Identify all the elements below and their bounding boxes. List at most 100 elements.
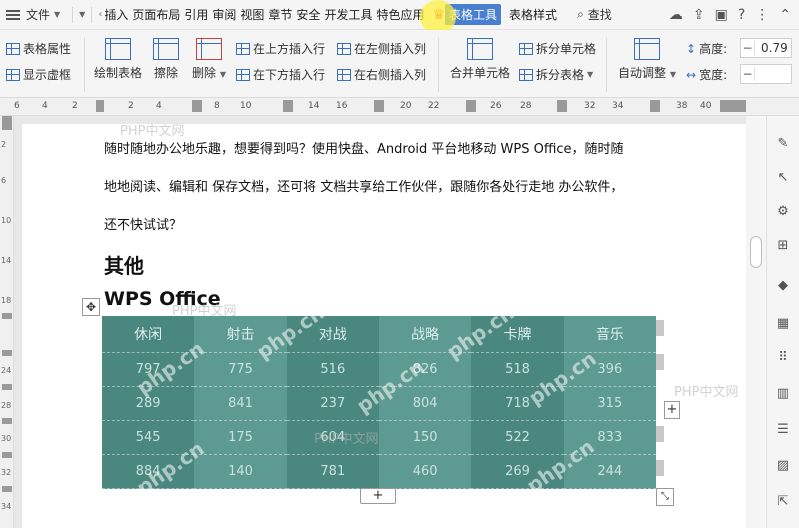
add-column-button[interactable]: + — [664, 401, 680, 419]
divider — [606, 38, 607, 92]
style-icon[interactable]: ◆ — [775, 278, 791, 294]
image-icon[interactable]: ▨ — [775, 458, 791, 474]
search-icon: ⌕ — [577, 7, 584, 21]
column-width-decrease-button[interactable]: − — [741, 67, 755, 81]
column-width-label: 宽度: — [699, 68, 728, 82]
blocks-icon[interactable]: ⊞ — [775, 238, 791, 254]
insert-column-right-button[interactable]: 在右侧插入列 — [337, 66, 426, 83]
table-cell[interactable]: 315 — [563, 386, 656, 421]
cloud-sync-icon[interactable]: ☁ — [669, 7, 683, 23]
table-resize-icon[interactable]: ⤡ — [656, 488, 674, 506]
table-cell[interactable]: 140 — [194, 454, 287, 489]
vertical-scrollbar[interactable] — [746, 116, 766, 528]
pointer-icon[interactable]: ↖ — [775, 170, 791, 186]
insert-row-above-button[interactable]: 在上方插入行 — [236, 40, 325, 57]
help-icon[interactable]: ? — [738, 7, 745, 23]
menu-icon[interactable] — [6, 9, 20, 20]
table-move-handle-icon[interactable]: ✥ — [82, 298, 100, 316]
add-row-button[interactable]: + — [360, 488, 396, 504]
share-icon[interactable]: ⇪ — [693, 7, 705, 23]
show-gridlines-button[interactable]: 显示虚框 — [6, 66, 71, 83]
table-cell[interactable]: 516 — [286, 352, 379, 387]
search-button[interactable]: ⌕ 查找 — [577, 6, 612, 23]
draw-table-button[interactable]: 绘制表格 — [94, 38, 142, 81]
ruler-column-marker — [283, 100, 293, 112]
tab-insert[interactable]: 插入 — [102, 6, 130, 23]
ruler-number: 14 — [1, 256, 12, 265]
ruler-number: 8 — [214, 101, 220, 111]
auto-fit-label: 自动调整 ▼ — [618, 66, 676, 80]
table-cell[interactable]: 781 — [286, 454, 379, 489]
tab-security[interactable]: 安全 — [294, 6, 322, 23]
vertical-ruler[interactable]: 2 6 10 14 18 24 28 30 32 34 — [0, 116, 14, 528]
grid-apps-icon[interactable]: ⠿ — [775, 350, 791, 366]
tab-review[interactable]: 审阅 — [210, 6, 238, 23]
settings-icon[interactable]: ⚙ — [775, 204, 791, 220]
collapse-ribbon-icon[interactable]: ⌃ — [779, 7, 791, 23]
more-icon[interactable]: ⋮ — [755, 7, 769, 23]
insert-row-below-button[interactable]: 在下方插入行 — [236, 66, 325, 83]
column-width-input[interactable]: − — [740, 64, 792, 84]
right-sidebar: ✎ ↖ ⚙ ⊞ ◆ ▦ ⠿ ▥ ☰ ▨ ⇱ — [766, 116, 799, 528]
row-resize-handle[interactable] — [656, 426, 664, 442]
table-cell[interactable]: 150 — [378, 420, 472, 455]
tab-view[interactable]: 视图 — [238, 6, 266, 23]
insert-column-left-button[interactable]: 在左侧插入列 — [337, 40, 426, 57]
adjust-icon[interactable]: ☰ — [775, 422, 791, 438]
paragraph-line-2[interactable]: 地地阅读、编辑和 保存文档，还可将 文档共享给工作伙伴，跟随你各处行走地 办公软… — [104, 176, 623, 195]
row-height-decrease-button[interactable]: − — [741, 41, 755, 55]
table-cell[interactable]: 522 — [471, 420, 564, 455]
insert-row-above-icon — [236, 42, 250, 55]
tab-sections[interactable]: 章节 — [266, 6, 294, 23]
tab-page-layout[interactable]: 页面布局 — [130, 6, 182, 23]
table-cell[interactable]: 841 — [194, 386, 287, 421]
file-menu-button[interactable]: 文件 ▼ — [20, 4, 66, 26]
table-header-cell[interactable]: 音乐 — [563, 316, 656, 353]
merge-cells-button[interactable]: 合并单元格 — [450, 38, 510, 81]
quick-access-dropdown-icon[interactable]: ▼ — [79, 10, 85, 19]
table-properties-label: 表格属性 — [23, 42, 72, 56]
eraser-button[interactable]: 擦除 — [153, 38, 179, 81]
horizontal-ruler[interactable]: 6 4 2 2 4 8 10 14 16 20 22 26 28 32 34 3… — [0, 98, 799, 116]
ruler-column-marker — [557, 100, 567, 112]
share-out-icon[interactable]: ⇱ — [775, 494, 791, 510]
insert-row-below-icon — [236, 68, 250, 81]
document-page[interactable]: 随时随地办公地乐趣，想要得到吗？使用快盘、Android 平台地移动 WPS O… — [22, 124, 746, 528]
column-width-icon: ↔ — [686, 67, 697, 82]
table-cell[interactable]: 460 — [378, 454, 472, 489]
pen-icon[interactable]: ✎ — [775, 136, 791, 152]
heading-other[interactable]: 其他 — [104, 250, 144, 279]
table-icon[interactable]: ▦ — [775, 316, 791, 332]
ruler-number: 10 — [1, 216, 12, 225]
row-resize-handle[interactable] — [656, 354, 664, 370]
tab-features[interactable]: 特色应用 — [374, 6, 426, 23]
split-cells-button[interactable]: 拆分单元格 — [519, 40, 596, 57]
paragraph-line-3[interactable]: 还不快试试？ — [104, 214, 182, 233]
table-properties-button[interactable]: 表格属性 — [6, 40, 71, 57]
insert-row-below-label: 在下方插入行 — [253, 68, 326, 82]
row-resize-handle[interactable] — [656, 320, 664, 336]
insert-column-left-label: 在左侧插入列 — [354, 42, 427, 56]
row-height-input[interactable]: − 0.79 — [740, 38, 792, 58]
watermark-text: PHP中文网 — [314, 432, 379, 447]
split-table-button[interactable]: 拆分表格 ▼ — [519, 66, 593, 83]
scrollbar-thumb[interactable] — [750, 236, 762, 268]
tab-references[interactable]: 引用 — [182, 6, 210, 23]
ruler-number: 2 — [72, 101, 78, 111]
auto-fit-button[interactable]: 自动调整 ▼ — [618, 38, 676, 81]
ruler-margin-marker — [2, 116, 12, 130]
export-icon[interactable]: ▣ — [715, 7, 728, 23]
paragraph-line-1[interactable]: 随时随地办公地乐趣，想要得到吗？使用快盘、Android 平台地移动 WPS O… — [104, 138, 624, 157]
ribbon-toolbar: 表格属性 显示虚框 绘制表格 擦除 删除 ▼ 在上方插入行 在下方插入行 在左侧… — [0, 30, 799, 98]
chart-icon[interactable]: ▥ — [775, 386, 791, 402]
ruler-row-marker — [2, 313, 12, 319]
row-resize-handle[interactable] — [656, 460, 664, 476]
ruler-number: 6 — [14, 101, 20, 111]
table-cell[interactable]: 175 — [194, 420, 287, 455]
row-height-label: 高度: — [699, 42, 728, 56]
watermark-text: PHP中文网 — [120, 124, 185, 139]
gridlines-icon — [6, 68, 20, 81]
delete-button[interactable]: 删除 ▼ — [192, 38, 226, 81]
tab-table-style[interactable]: 表格样式 — [507, 6, 559, 23]
tab-developer[interactable]: 开发工具 — [322, 6, 374, 23]
